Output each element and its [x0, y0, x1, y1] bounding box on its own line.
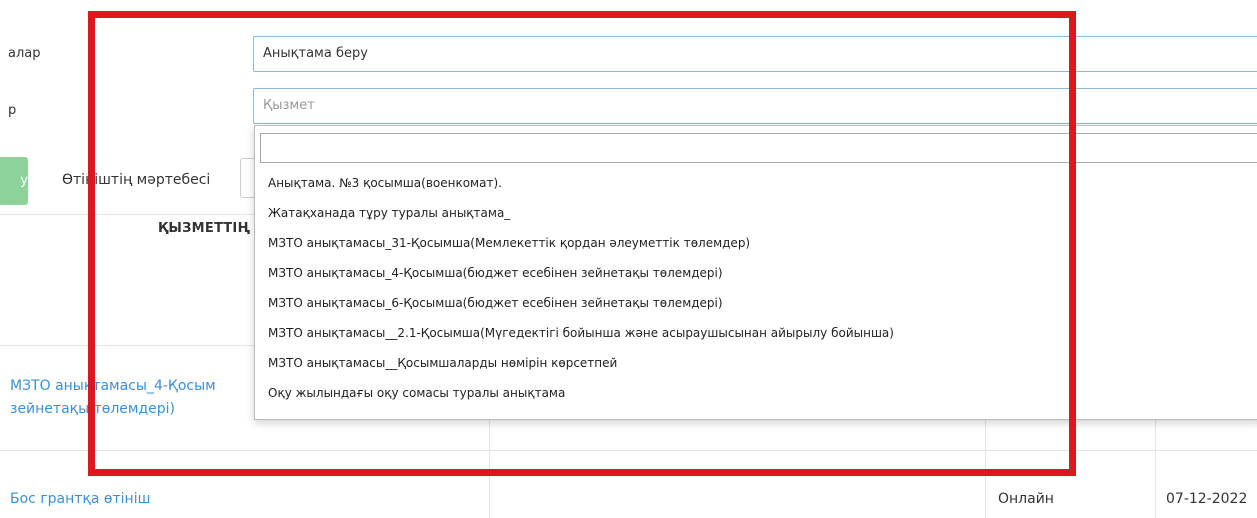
dropdown-option[interactable]: МЗТО анықтамасы__Қосымшаларды нөмірін кө… — [255, 348, 1257, 378]
dropdown-option[interactable]: МЗТО анықтамасы_4-Қосымша(бюджет есебіне… — [255, 258, 1257, 288]
service-dropdown: Анықтама. №3 қосымша(военкомат). Жатақха… — [254, 125, 1257, 420]
dropdown-option[interactable]: МЗТО анықтамасы_6-Қосымша(бюджет есебіне… — [255, 288, 1257, 318]
service-link-line2[interactable]: зейнетақы төлемдері) — [10, 401, 175, 417]
date-cell: 07-12-2022 — [1166, 491, 1248, 507]
row-border — [0, 450, 1257, 451]
service-link[interactable]: Бос грантқа өтініш — [10, 491, 150, 507]
service-link[interactable]: МЗТО анықтамасы_4-Қосым — [10, 378, 216, 394]
dropdown-option[interactable]: МЗТО анықтамасы_31-Қосымша(Мемлекеттік қ… — [255, 228, 1257, 258]
dropdown-search-input[interactable] — [260, 133, 1257, 163]
service-column-header: ҚЫЗМЕТТІҢ — [158, 221, 251, 236]
page: { "form": { "type_label": "алар", "type_… — [0, 0, 1257, 518]
dropdown-option[interactable]: Оқу жылындағы оқу сомасы туралы анықтама — [255, 378, 1257, 408]
status-label: Өтініштің мәртебесі — [62, 172, 211, 188]
type-select[interactable]: Анықтама беру — [253, 36, 1257, 72]
type-label: алар — [8, 46, 41, 61]
filter-button[interactable]: у — [0, 157, 28, 205]
service-label: р — [8, 103, 17, 118]
channel-cell: Онлайн — [998, 491, 1054, 507]
dropdown-option[interactable]: МЗТО анықтамасы__2.1-Қосымша(Мүгедектігі… — [255, 318, 1257, 348]
service-select[interactable]: Қызмет — [253, 88, 1257, 124]
dropdown-option[interactable]: Анықтама. №3 қосымша(военкомат). — [255, 168, 1257, 198]
dropdown-options: Анықтама. №3 қосымша(военкомат). Жатақха… — [255, 168, 1257, 408]
dropdown-option[interactable]: Жатақханада тұру туралы анықтама_ — [255, 198, 1257, 228]
